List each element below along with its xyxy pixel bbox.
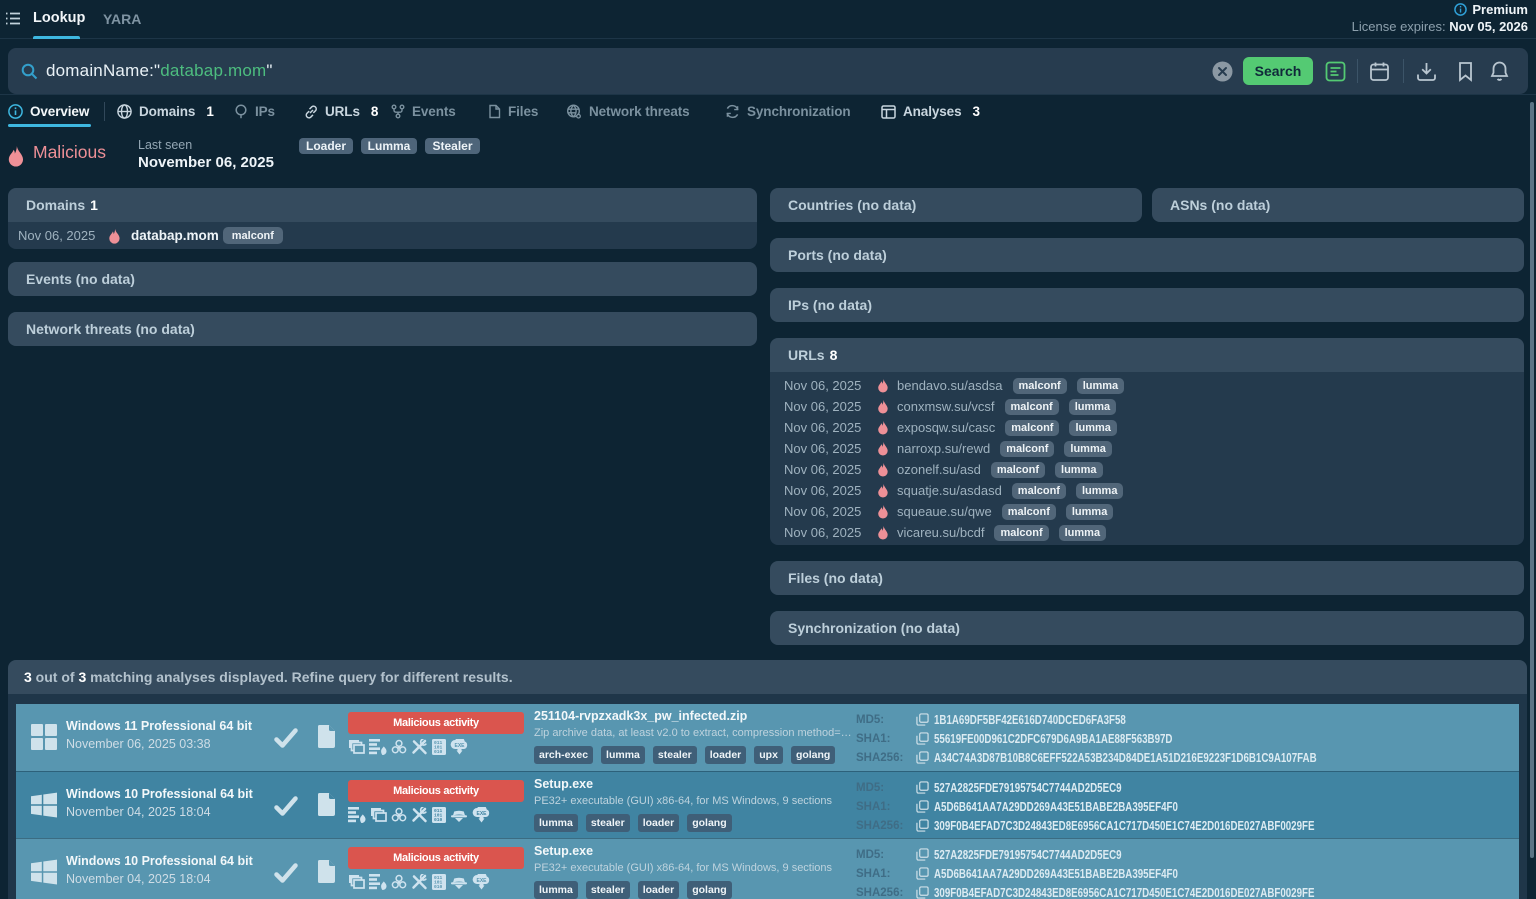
- svg-text:EXE: EXE: [476, 811, 487, 817]
- svg-text:010: 010: [434, 884, 443, 890]
- svg-text:EXE: EXE: [454, 743, 465, 749]
- svg-text:EXE: EXE: [476, 878, 487, 884]
- svg-text:010: 010: [434, 749, 443, 755]
- svg-text:010: 010: [434, 817, 443, 823]
